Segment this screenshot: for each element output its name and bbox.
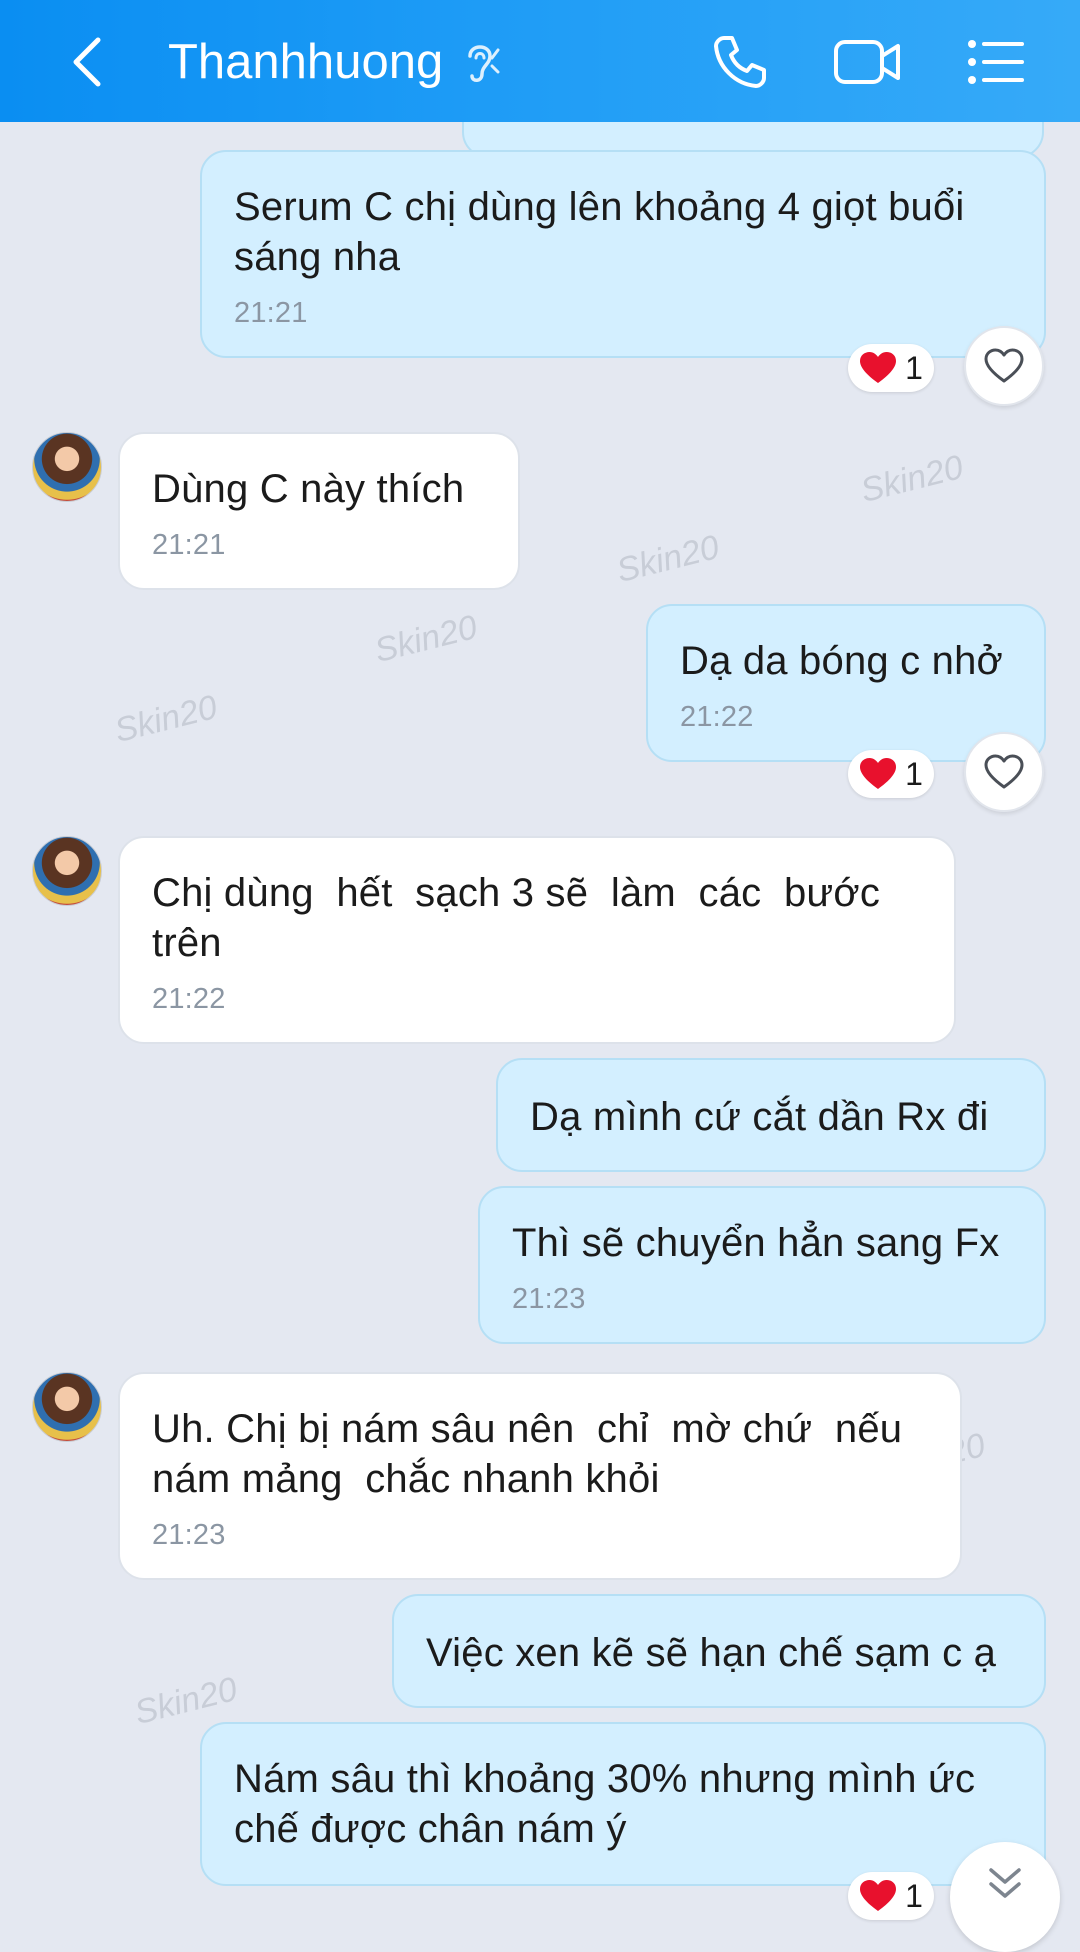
message-text: Uh. Chị bị nám sâu nên chỉ mờ chứ nếu ná… <box>152 1407 903 1501</box>
contact-name[interactable]: Thanhhuong <box>168 34 443 90</box>
heart-outline-icon <box>984 754 1024 789</box>
scroll-to-bottom-button[interactable] <box>950 1842 1060 1952</box>
reaction-count-value: 1 <box>905 349 923 386</box>
message-bubble-outgoing[interactable]: Việc xen kẽ sẽ hạn chế sạm c ạ <box>392 1594 1046 1708</box>
chat-options-button[interactable] <box>960 26 1032 98</box>
message-time: 21:22 <box>152 983 226 1015</box>
message-text: Dạ da bóng c nhở <box>680 639 1003 683</box>
avatar[interactable] <box>32 1372 102 1442</box>
avatar[interactable] <box>32 432 102 502</box>
message-bubble-incoming[interactable]: Chị dùng hết sạch 3 sẽ làm các bước trên… <box>118 836 956 1044</box>
message-text: Dạ mình cứ cắt dần Rx đi <box>530 1095 989 1139</box>
like-button[interactable] <box>964 732 1044 812</box>
reaction-count-value: 1 <box>905 755 923 792</box>
message-text: Serum C chị dùng lên khoảng 4 giọt buổi … <box>234 185 965 279</box>
back-button[interactable] <box>48 22 128 102</box>
heart-icon <box>860 1880 897 1911</box>
double-chevron-down-icon <box>989 1868 1021 1898</box>
reaction-count[interactable]: 1 <box>848 750 934 798</box>
reaction-count-value: 1 <box>905 1877 923 1914</box>
avatar[interactable] <box>32 836 102 906</box>
video-call-button[interactable] <box>832 26 904 98</box>
chevron-left-icon <box>73 37 101 87</box>
message-time: 21:23 <box>152 1519 226 1551</box>
message-bubble-outgoing[interactable]: Nám sâu thì khoảng 30% nhưng mình ức chế… <box>200 1722 1046 1886</box>
message-bubble-incoming[interactable]: Dùng C này thích 21:21 <box>118 432 520 590</box>
message-text: Việc xen kẽ sẽ hạn chế sạm c ạ <box>426 1631 997 1675</box>
watermark: Skin20 <box>370 608 481 671</box>
phone-icon <box>714 36 766 88</box>
message-bubble-incoming[interactable]: Uh. Chị bị nám sâu nên chỉ mờ chứ nếu ná… <box>118 1372 962 1580</box>
message-bubble-outgoing[interactable]: Serum C chị dùng lên khoảng 4 giọt buổi … <box>200 150 1046 358</box>
message-text: Chị dùng hết sạch 3 sẽ làm các bước trên <box>152 871 881 965</box>
message-list[interactable]: Skin20 Skin20 Skin20 Skin20 Skin20 Skin2… <box>0 82 1080 1920</box>
watermark: Skin20 <box>856 448 967 511</box>
heart-icon <box>860 758 897 789</box>
ear-icon <box>468 45 500 82</box>
watermark: Skin20 <box>110 688 221 751</box>
heart-outline-icon <box>984 348 1024 383</box>
message-text: Nám sâu thì khoảng 30% nhưng mình ức chế… <box>234 1757 976 1851</box>
voice-call-button[interactable] <box>704 26 776 98</box>
message-text: Thì sẽ chuyển hẳn sang Fx <box>512 1221 1000 1265</box>
watermark: Skin20 <box>612 528 723 591</box>
reaction-count[interactable]: 1 <box>848 344 934 392</box>
message-time: 21:21 <box>234 297 308 329</box>
chat-header: Thanhhuong <box>0 0 1080 122</box>
message-bubble-outgoing[interactable]: Dạ mình cứ cắt dần Rx đi <box>496 1058 1046 1172</box>
message-text: Dùng C này thích <box>152 467 465 511</box>
video-call-icon <box>834 40 900 84</box>
reaction-count[interactable]: 1 <box>848 1872 934 1920</box>
heart-icon <box>860 352 897 383</box>
message-bubble-outgoing[interactable]: Thì sẽ chuyển hẳn sang Fx 21:23 <box>478 1186 1046 1344</box>
like-button[interactable] <box>964 326 1044 406</box>
menu-list-icon <box>968 40 1024 84</box>
message-time: 21:23 <box>512 1283 586 1315</box>
message-time: 21:21 <box>152 529 226 561</box>
message-time: 21:22 <box>680 701 754 733</box>
